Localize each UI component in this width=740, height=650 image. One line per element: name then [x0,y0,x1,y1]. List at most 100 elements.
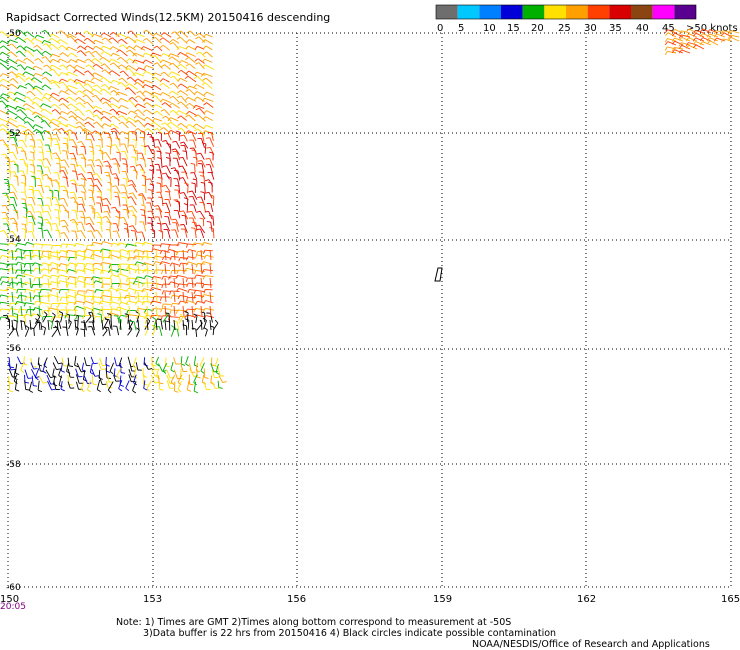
wind-barb-flag [178,156,184,159]
wind-barb-flag [80,216,85,219]
wind-barb [75,300,85,304]
wind-barb [200,305,203,317]
wind-barb [187,243,197,246]
wind-barb [102,329,108,337]
wind-barb [175,141,181,149]
wind-barb-flag [149,136,154,138]
wind-barb-flag [41,310,44,315]
wind-barb [103,32,112,38]
wind-barb-flag [10,160,15,163]
wind-barb-flag [88,204,94,207]
wind-barb-flag [203,91,207,96]
wind-barb [81,362,85,370]
wind-barb-flag [82,314,85,319]
wind-barb [63,185,69,193]
wind-barb-flag [165,365,170,368]
wind-barb-flag [115,137,120,140]
lat-label-54: -54 [6,235,21,245]
wind-barb-flag [110,127,115,131]
wind-barb [16,356,22,364]
wind-barb-flag [88,189,93,191]
wind-barb [137,33,145,38]
wind-barb-flag [193,290,196,295]
wind-barb-flag [94,375,99,377]
wind-barb [64,166,69,175]
wind-barb-flag [103,160,108,163]
wind-barb-flag [194,128,199,132]
wind-barb-flag [60,185,65,188]
wind-barb [196,123,205,130]
wind-barb [44,50,53,56]
wind-barb-flag [56,368,61,371]
wind-barb-flag [76,125,81,129]
wind-barb [11,43,18,50]
wind-barb [153,282,163,286]
wind-barb [11,291,14,303]
wind-barb-flag [172,140,177,143]
wind-barb-flag [194,62,200,65]
wind-barb [180,122,188,129]
wind-barb-flag [168,90,173,95]
wind-barb-flag [20,369,25,374]
wind-barb [165,203,171,213]
wind-barb [60,30,69,37]
wind-barb [111,97,119,103]
wind-barb-flag [85,245,88,250]
wind-barb [146,319,149,331]
wind-barb [0,289,9,292]
wind-barb-flag [100,32,105,37]
wind-barb-flag [97,191,102,193]
wind-barb-flag [177,52,181,56]
wind-barb [12,78,19,84]
wind-barb-flag [83,83,88,86]
wind-barb [137,319,140,331]
wind-barb-flag [59,197,64,200]
wind-barb-flag [58,45,63,49]
wind-barb [203,294,214,298]
lat-label-50: -50 [6,29,21,39]
wind-barb [695,44,705,50]
wind-barb [204,143,207,154]
wind-barb [26,241,35,246]
wind-barb-flag [4,182,9,185]
wind-barb [34,307,43,311]
wind-barb [205,33,213,38]
wind-barb [188,57,196,63]
wind-barb [144,362,149,370]
wind-barb-flag [86,164,91,166]
wind-barb [110,291,113,303]
legend-swatch [522,5,545,19]
wind-barb-flag [41,29,46,33]
wind-barb-flag [47,137,52,140]
wind-barb [168,199,172,207]
wind-barb [137,263,140,275]
wind-barb-flag [143,65,147,70]
wind-barb-flag [165,157,171,159]
wind-barb [76,69,85,76]
wind-barb [186,204,189,213]
wind-barb [138,307,146,311]
wind-barb [125,197,128,206]
wind-barb [50,322,54,330]
wind-barb [16,301,27,304]
wind-barb [8,121,18,128]
time-label: 20:05 [0,602,26,612]
wind-barb-flag [75,121,80,125]
wind-barb-flag [49,64,53,69]
wind-barb-flag [55,204,60,206]
wind-barb [20,249,23,261]
wind-barb [107,381,114,391]
wind-barb [167,133,172,141]
wind-barb [118,91,128,96]
wind-barb [41,185,45,194]
wind-barb [200,291,203,303]
wind-barb [170,290,180,292]
wind-barb-flag [191,227,196,229]
wind-barb [214,357,219,366]
wind-barb-flag [43,218,48,221]
wind-barb-flag [0,281,4,286]
wind-barb-flag [0,31,2,34]
wind-barb [68,85,78,90]
wind-barb [196,274,206,278]
wind-barb [155,319,158,331]
